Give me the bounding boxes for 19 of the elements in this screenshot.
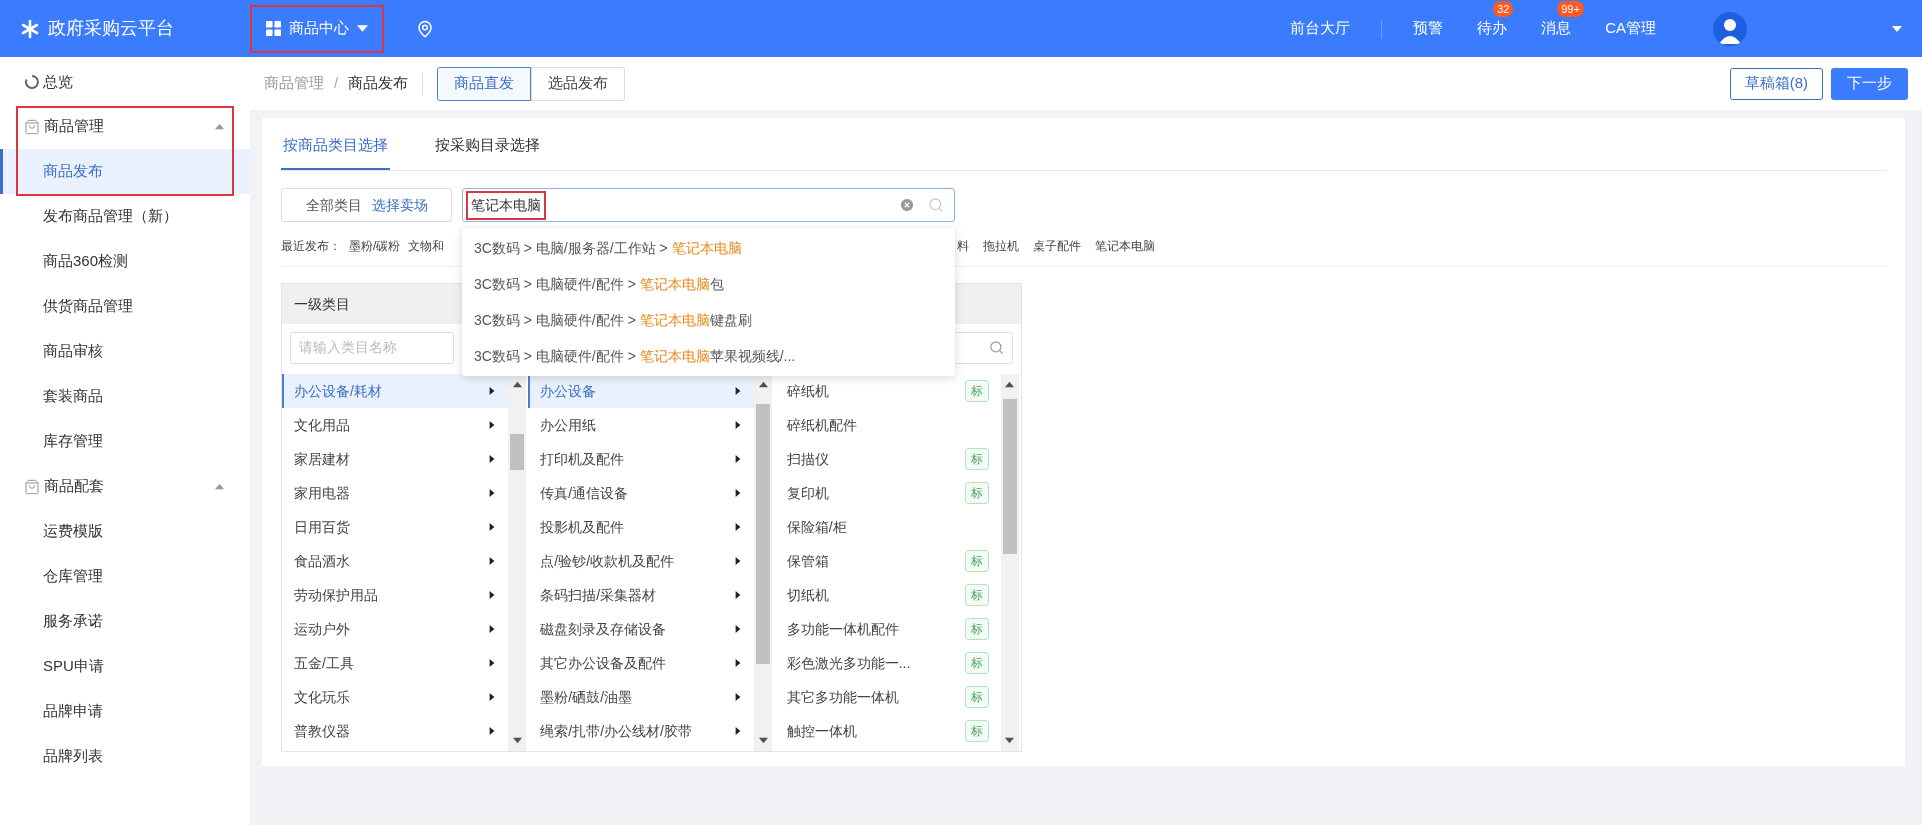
tag: 标 (964, 380, 989, 402)
count-badge: 99+ (1557, 1, 1584, 18)
tag: 标 (964, 652, 989, 674)
tag: 标 (964, 482, 989, 504)
recent-label: 最近发布： (281, 238, 341, 255)
tag: 标 (964, 584, 989, 606)
tag: 标 (964, 618, 989, 640)
search-input-value: 笔记本电脑 (466, 190, 546, 220)
tag: 标 (964, 550, 989, 572)
tag: 标 (964, 720, 989, 742)
tag: 标 (964, 448, 989, 470)
breadcrumb-item: 商品发布 (348, 73, 409, 94)
breadcrumb-separator: / (334, 73, 339, 94)
scope-label: 全部类目 (305, 195, 362, 215)
sidebar-group-label: 商品管理 (44, 116, 104, 137)
count-badge: 32 (1493, 1, 1514, 18)
sidebar-group-label: 商品配套 (44, 476, 104, 497)
app-title: 政府采购云平台 (48, 17, 174, 40)
tag: 标 (964, 686, 989, 708)
